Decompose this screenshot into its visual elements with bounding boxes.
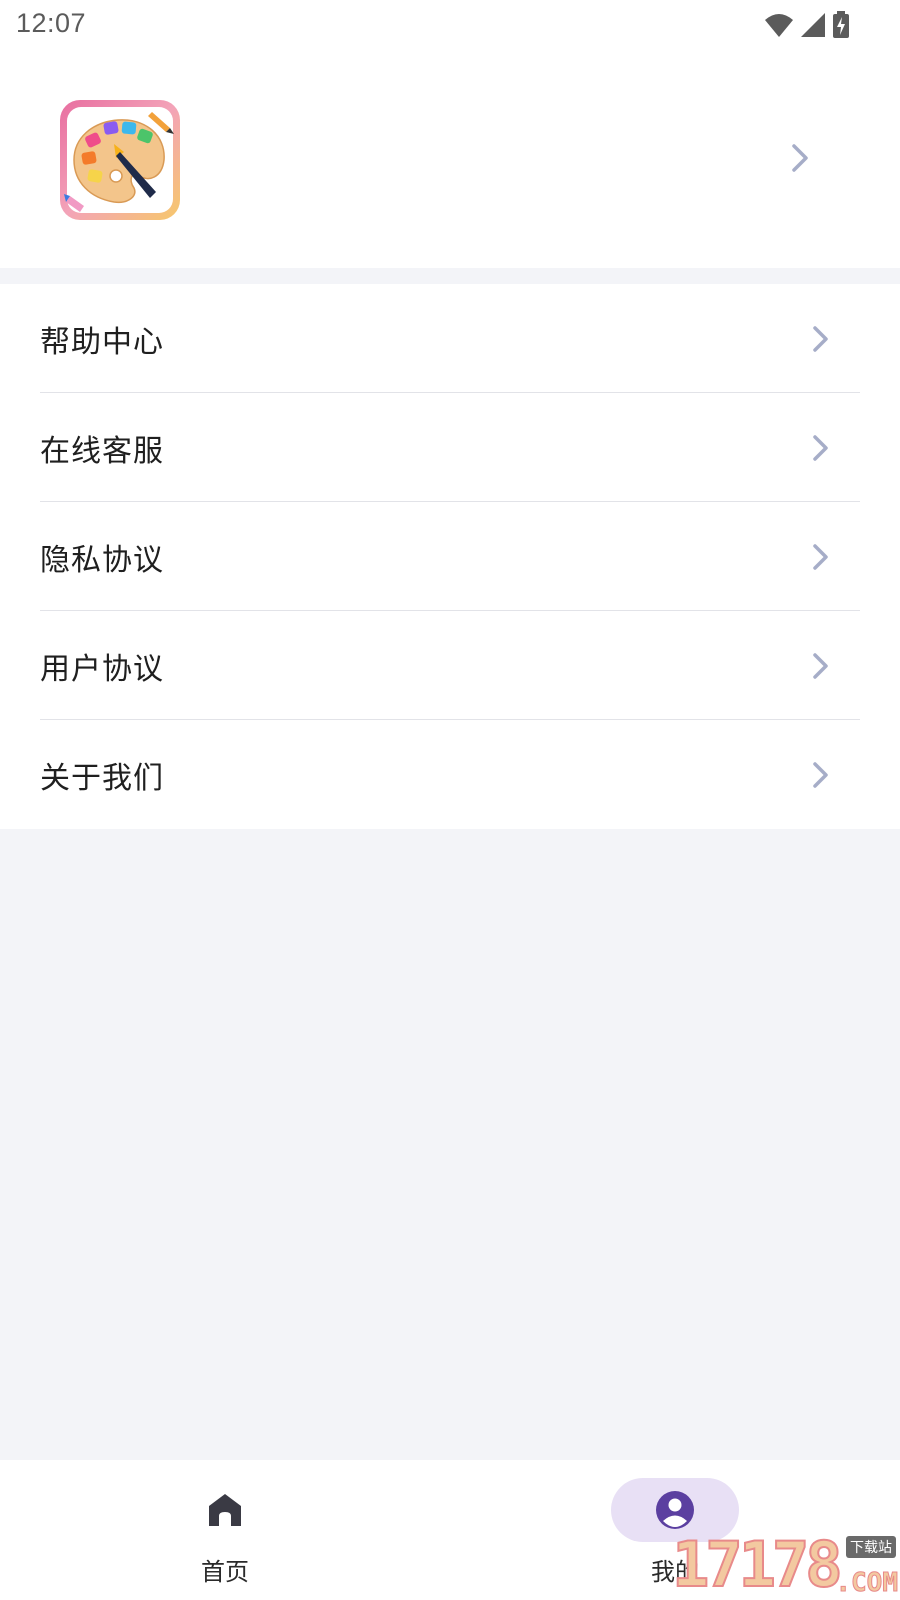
menu-item-help-center[interactable]: 帮助中心 — [0, 284, 900, 393]
chevron-right-icon — [813, 543, 828, 570]
settings-menu: 帮助中心 在线客服 隐私协议 用户协议 关于我们 — [0, 284, 900, 829]
watermark-logo: 17178 下载站 .COM — [671, 1528, 900, 1600]
watermark-suffix: .COM — [835, 1568, 899, 1599]
status-icons — [764, 10, 850, 40]
person-icon — [656, 1491, 694, 1529]
menu-item-label: 隐私协议 — [40, 542, 164, 578]
nav-item-home[interactable]: 首页 — [125, 1460, 325, 1600]
watermark-tag: 下载站 — [846, 1536, 896, 1558]
status-time: 12:07 — [16, 8, 87, 38]
menu-item-label: 帮助中心 — [40, 324, 164, 360]
status-bar: 12:07 — [0, 0, 900, 52]
chevron-right-icon — [813, 652, 828, 679]
chevron-right-icon — [813, 761, 828, 788]
screen: 12:07 帮助中心 在线客服 隐私协议 用户协议 关于我们 首页 我的 171… — [0, 0, 900, 1600]
chevron-right-icon — [792, 144, 808, 172]
home-icon — [209, 1494, 241, 1526]
palette-app-icon — [60, 100, 180, 220]
profile-header[interactable] — [0, 52, 900, 268]
chevron-right-icon — [813, 434, 828, 461]
menu-item-user-agreement[interactable]: 用户协议 — [0, 611, 900, 720]
menu-item-privacy-policy[interactable]: 隐私协议 — [0, 502, 900, 611]
battery-charging-icon — [833, 11, 849, 38]
menu-item-label: 用户协议 — [40, 651, 164, 687]
menu-item-online-service[interactable]: 在线客服 — [0, 393, 900, 502]
nav-label-home: 首页 — [201, 1558, 249, 1586]
watermark-digits: 17178 — [671, 1528, 844, 1600]
menu-item-label: 在线客服 — [40, 433, 164, 469]
chevron-right-icon — [813, 325, 828, 352]
menu-item-about-us[interactable]: 关于我们 — [0, 720, 900, 829]
menu-item-label: 关于我们 — [40, 760, 164, 796]
wifi-icon — [765, 14, 793, 37]
signal-icon — [801, 13, 825, 37]
